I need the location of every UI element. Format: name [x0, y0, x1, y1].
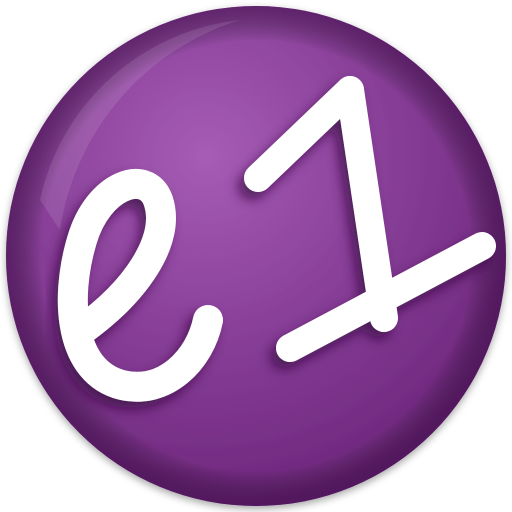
e1-app-icon[interactable]: e1: [0, 0, 512, 512]
e1-logo: [6, 6, 506, 506]
